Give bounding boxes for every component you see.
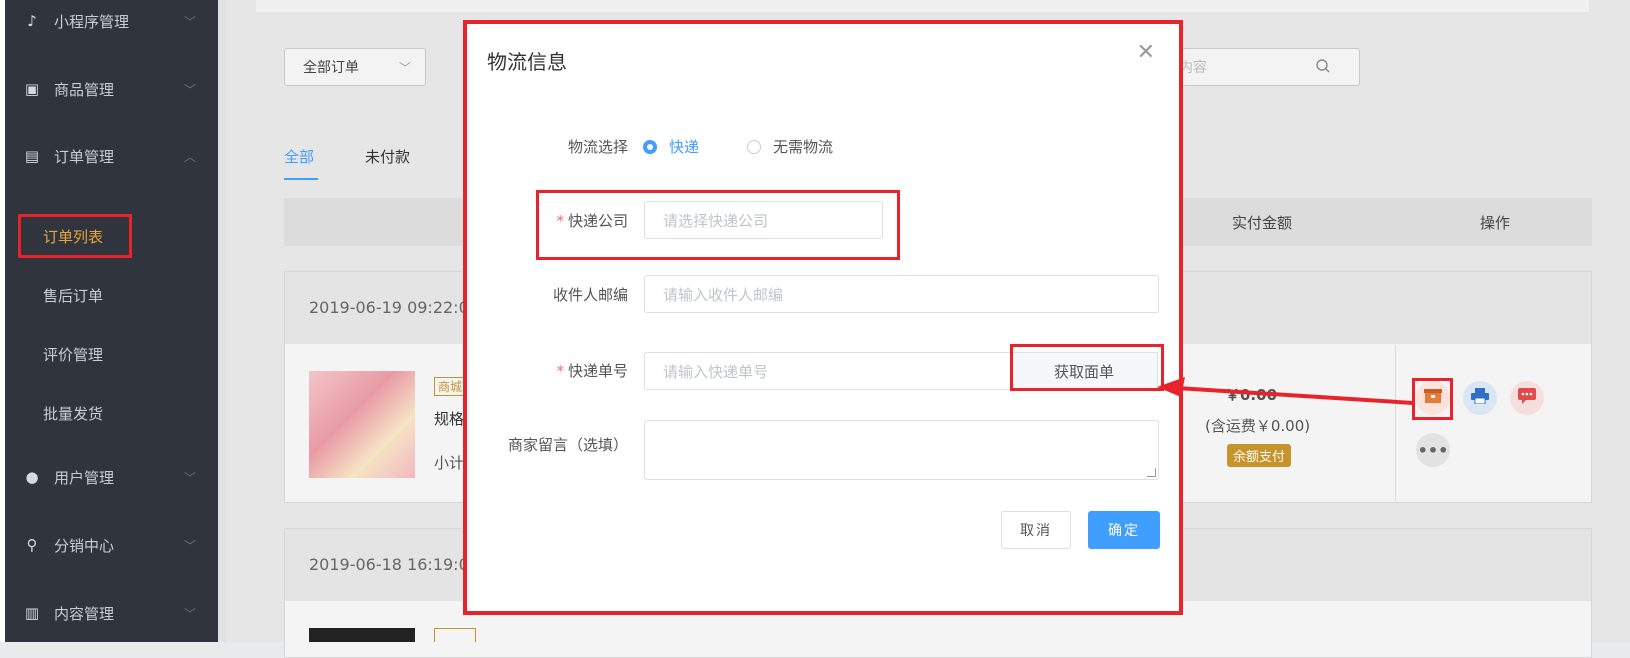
search-icon [1315, 58, 1331, 78]
confirm-button[interactable]: 确定 [1088, 511, 1160, 549]
close-icon[interactable]: ✕ [1137, 40, 1155, 65]
top-card [256, 0, 1589, 12]
product-spec: 规格 [434, 410, 465, 428]
sidebar-item-mini-program[interactable]: ♪ 小程序管理 ﹀ [22, 6, 204, 36]
goods-icon: ▣ [24, 80, 40, 98]
cancel-button[interactable]: 取消 [1001, 511, 1071, 549]
product-subtotal: 小计 [434, 454, 465, 472]
sidebar-sub-reviews[interactable]: 评价管理 [43, 344, 103, 365]
radio-no-logistics[interactable]: 无需物流 [747, 136, 833, 157]
sidebar-edge [218, 0, 226, 642]
tab-unpaid[interactable]: 未付款 [365, 146, 410, 167]
sidebar-sub-aftersale[interactable]: 售后订单 [43, 285, 103, 306]
order-icon: ▤ [24, 147, 40, 165]
radio-express[interactable]: 快递 [643, 136, 699, 157]
more-icon: ••• [1417, 440, 1449, 460]
logistics-dialog: 物流信息 ✕ [463, 20, 1183, 615]
required-mark: * [556, 362, 564, 380]
distribution-icon: ⚲ [26, 536, 38, 554]
company-highlight [536, 190, 900, 260]
product-tag [434, 628, 476, 642]
mini-program-icon: ♪ [27, 12, 37, 30]
sidebar-sub-batch-ship[interactable]: 批量发货 [43, 403, 103, 424]
sidebar: ♪ 小程序管理 ﹀ ▣ 商品管理 ﹀ ▤ 订单管理 ︿ 订单列表 售后订单 评价… [0, 0, 226, 642]
chevron-up-icon: ︿ [183, 150, 196, 164]
pay-type-badge: 余额支付 [1227, 444, 1292, 467]
user-icon: ● [25, 468, 39, 486]
printer-icon [1471, 388, 1489, 408]
order-type-select[interactable]: 全部订单 ﹀ [284, 48, 426, 86]
chevron-down-icon: ﹀ [183, 539, 196, 553]
more-button[interactable]: ••• [1416, 433, 1450, 467]
header-paid: 实付金额 [1232, 214, 1293, 232]
note-label: 商家留言（选填） [507, 436, 628, 454]
sidebar-item-goods[interactable]: ▣ 商品管理 ﹀ [22, 74, 204, 104]
sidebar-sub-order-list[interactable]: 订单列表 [18, 214, 132, 258]
header-operation: 操作 [1480, 214, 1511, 232]
chevron-down-icon: ﹀ [183, 471, 196, 485]
content-icon: ▥ [24, 604, 40, 622]
divider [1395, 345, 1396, 503]
radio-unchecked-icon [747, 139, 761, 154]
chevron-down-icon: ﹀ [183, 15, 196, 29]
chevron-down-icon: ﹀ [183, 607, 196, 621]
chevron-down-icon: ﹀ [398, 61, 411, 75]
print-button[interactable] [1463, 381, 1497, 415]
dialog-title: 物流信息 [487, 50, 567, 74]
order-shipping: (含运费￥0.00) [1205, 417, 1311, 435]
tracking-label: * 快递单号 [556, 362, 628, 380]
tab-all[interactable]: 全部 [284, 146, 314, 167]
zip-label: 收件人邮编 [552, 286, 628, 304]
ship-button-highlight [1412, 378, 1453, 420]
product-thumbnail[interactable] [309, 371, 415, 478]
search-input[interactable]: 内容 [1160, 48, 1360, 86]
sidebar-item-users[interactable]: ● 用户管理 ﹀ [22, 462, 204, 492]
sidebar-item-content[interactable]: ▥ 内容管理 ﹀ [22, 598, 204, 628]
note-textarea[interactable] [644, 420, 1159, 480]
product-tag: 商城 [434, 377, 467, 396]
annotation-arrow [1157, 377, 1414, 405]
zip-input[interactable]: 请输入收件人邮编 [644, 275, 1159, 313]
tab-active-indicator [284, 178, 318, 180]
message-button[interactable] [1510, 381, 1544, 415]
tracking-input[interactable]: 请输入快递单号 [644, 352, 1011, 390]
product-thumbnail[interactable] [309, 628, 415, 642]
resize-handle-icon[interactable] [1147, 468, 1156, 477]
logistics-label: 物流选择 [567, 138, 628, 156]
radio-checked-icon [643, 139, 657, 154]
waybill-highlight [1010, 344, 1164, 391]
chat-icon [1518, 388, 1536, 408]
sidebar-item-orders[interactable]: ▤ 订单管理 ︿ [22, 141, 204, 171]
chevron-down-icon: ﹀ [183, 83, 196, 97]
sidebar-left-rail [0, 0, 5, 642]
sidebar-item-distribution[interactable]: ⚲ 分销中心 ﹀ [22, 530, 204, 560]
